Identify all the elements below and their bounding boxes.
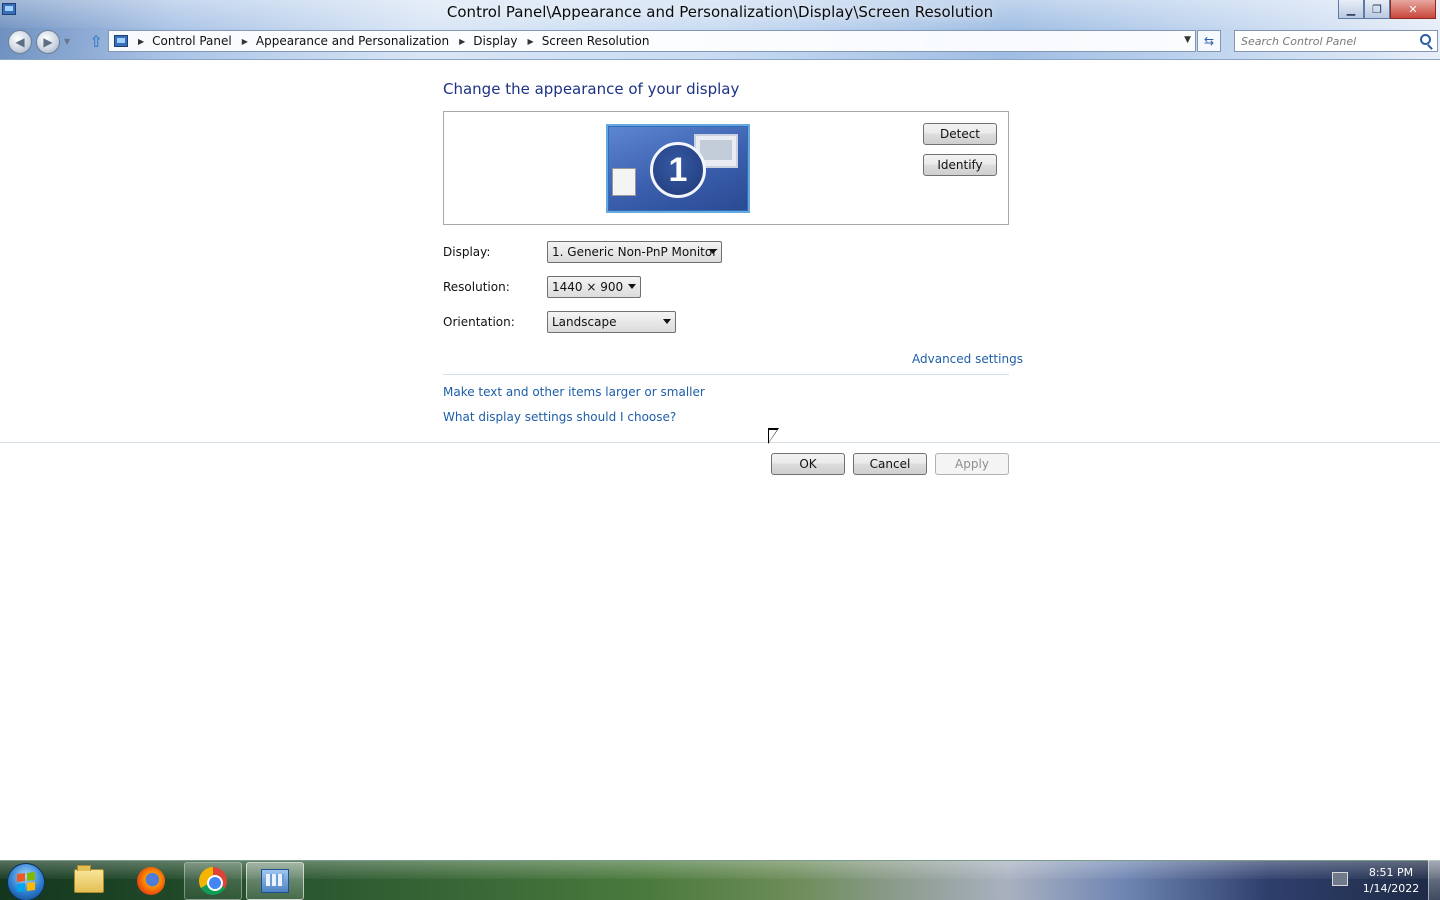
cancel-button[interactable]: Cancel bbox=[853, 453, 927, 475]
restore-button[interactable]: ❐ bbox=[1364, 0, 1390, 19]
title-bar: Control Panel\Appearance and Personaliza… bbox=[0, 0, 1440, 60]
breadcrumb-display[interactable]: Display bbox=[473, 34, 517, 48]
breadcrumb-control-panel[interactable]: Control Panel bbox=[152, 34, 232, 48]
firefox-icon bbox=[137, 867, 165, 895]
monitor-number-badge: 1 bbox=[650, 142, 706, 198]
chevron-down-icon bbox=[709, 249, 717, 254]
apply-button[interactable]: Apply bbox=[935, 453, 1009, 475]
chevron-right-icon[interactable]: ▶ bbox=[138, 37, 144, 46]
folder-icon bbox=[74, 865, 104, 893]
chrome-icon bbox=[199, 867, 227, 895]
window-controls: ▁ ❐ ✕ bbox=[1338, 0, 1436, 19]
resolution-select-value: 1440 × 900 bbox=[552, 280, 624, 294]
refresh-icon: ⇆ bbox=[1203, 34, 1215, 48]
windows-logo-icon bbox=[17, 872, 35, 892]
chevron-down-icon bbox=[628, 284, 636, 289]
forward-arrow-icon: ▶ bbox=[43, 35, 53, 49]
close-button[interactable]: ✕ bbox=[1390, 0, 1436, 19]
chevron-down-icon[interactable]: ▼ bbox=[1184, 35, 1191, 45]
chevron-right-icon[interactable]: ▶ bbox=[459, 37, 465, 46]
search-box[interactable] bbox=[1234, 30, 1438, 52]
text-size-link[interactable]: Make text and other items larger or smal… bbox=[443, 385, 705, 399]
display-help-link[interactable]: What display settings should I choose? bbox=[443, 410, 676, 424]
display-select-value: 1. Generic Non-PnP Monitor bbox=[552, 245, 718, 259]
taskbar-chrome[interactable] bbox=[184, 862, 242, 900]
page-title: Change the appearance of your display bbox=[443, 80, 740, 98]
taskbar-control-panel[interactable] bbox=[246, 862, 304, 900]
minimize-button[interactable]: ▁ bbox=[1338, 0, 1364, 19]
clock-date: 1/14/2022 bbox=[1362, 882, 1420, 895]
up-level-icon[interactable]: ⇧ bbox=[87, 32, 105, 52]
taskbar-firefox[interactable] bbox=[122, 862, 180, 900]
taskbar-windows-explorer[interactable] bbox=[60, 862, 118, 900]
identify-button[interactable]: Identify bbox=[923, 154, 997, 176]
search-input[interactable] bbox=[1241, 34, 1411, 48]
forward-button[interactable]: ▶ bbox=[36, 30, 60, 54]
back-button[interactable]: ◀ bbox=[8, 30, 32, 54]
detect-button[interactable]: Detect bbox=[923, 123, 997, 145]
resolution-label: Resolution: bbox=[443, 280, 510, 294]
breadcrumb-screen-resolution[interactable]: Screen Resolution bbox=[542, 34, 650, 48]
start-button[interactable] bbox=[7, 863, 45, 900]
address-bar[interactable]: ▶ Control Panel ▶ Appearance and Persona… bbox=[108, 30, 1196, 52]
chevron-right-icon[interactable]: ▶ bbox=[528, 37, 534, 46]
system-clock[interactable]: 8:51 PM 1/14/2022 bbox=[1356, 865, 1426, 897]
show-desktop-button[interactable] bbox=[1428, 860, 1440, 900]
divider bbox=[443, 374, 1009, 375]
display-label: Display: bbox=[443, 245, 491, 259]
clock-time: 8:51 PM bbox=[1368, 866, 1414, 879]
chevron-right-icon[interactable]: ▶ bbox=[242, 37, 248, 46]
orientation-select[interactable]: Landscape bbox=[547, 311, 676, 333]
window-title: Control Panel\Appearance and Personaliza… bbox=[446, 3, 994, 21]
search-icon[interactable] bbox=[1420, 34, 1431, 45]
ok-button[interactable]: OK bbox=[771, 453, 845, 475]
network-icon[interactable] bbox=[1332, 872, 1348, 886]
refresh-button[interactable]: ⇆ bbox=[1197, 30, 1221, 52]
chevron-down-icon bbox=[663, 319, 671, 324]
breadcrumb-appearance[interactable]: Appearance and Personalization bbox=[256, 34, 449, 48]
display-select[interactable]: 1. Generic Non-PnP Monitor bbox=[547, 241, 722, 263]
monitor-arrangement-panel: 1 Detect Identify bbox=[443, 111, 1009, 225]
taskbar bbox=[0, 860, 1440, 900]
recent-pages-dropdown-icon[interactable]: ▼ bbox=[64, 37, 70, 46]
orientation-select-value: Landscape bbox=[552, 315, 617, 329]
control-panel-icon bbox=[261, 869, 289, 893]
monitor-thumbnail[interactable]: 1 bbox=[606, 124, 750, 213]
back-arrow-icon: ◀ bbox=[15, 35, 25, 49]
control-panel-icon bbox=[114, 35, 128, 47]
divider bbox=[0, 442, 1440, 443]
window-graphic bbox=[612, 168, 636, 196]
orientation-label: Orientation: bbox=[443, 315, 515, 329]
advanced-settings-link[interactable]: Advanced settings bbox=[912, 352, 1023, 366]
resolution-select[interactable]: 1440 × 900 bbox=[547, 276, 641, 298]
